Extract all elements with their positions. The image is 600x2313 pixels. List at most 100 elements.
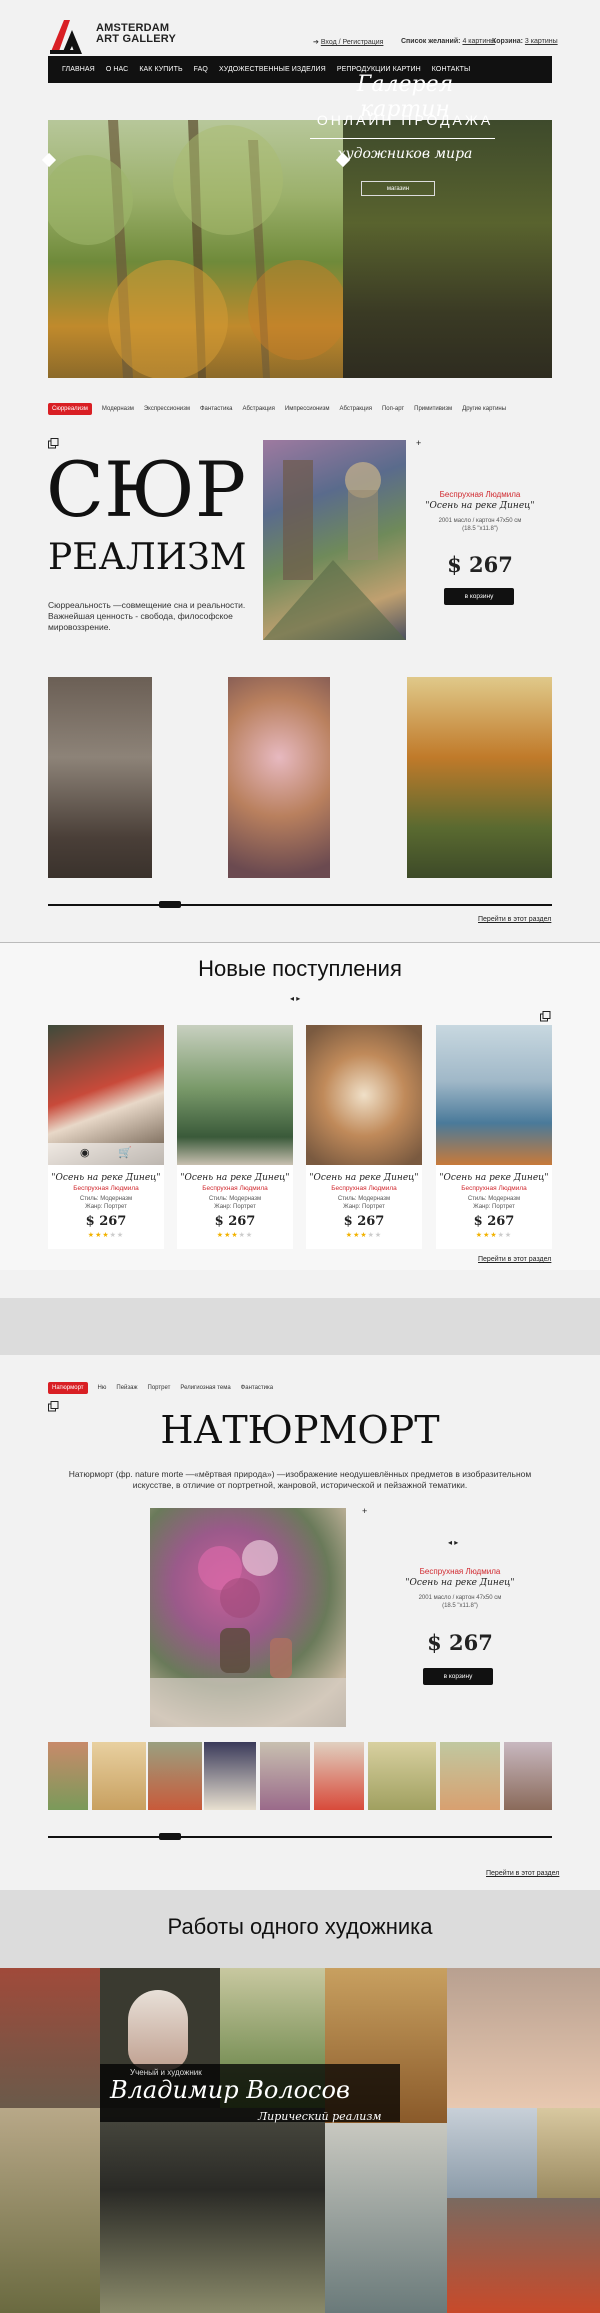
new-arrivals-pager[interactable]: ◂ ▸ <box>290 994 300 1003</box>
nav-item-about[interactable]: О НАС <box>106 66 129 73</box>
artist-work-tile[interactable] <box>537 2108 600 2198</box>
nav-item-home[interactable]: ГЛАВНАЯ <box>62 66 95 73</box>
tab-landscape[interactable]: Пейзаж <box>116 1385 137 1391</box>
still-life-featured-painting[interactable] <box>150 1508 346 1727</box>
card-artist[interactable]: Беспрухная Людмила <box>306 1185 422 1192</box>
still-life-thumb[interactable] <box>92 1742 146 1810</box>
card-artist[interactable]: Беспрухная Людмила <box>177 1185 293 1192</box>
product-image[interactable] <box>177 1025 293 1165</box>
still-life-thumb[interactable] <box>504 1742 552 1810</box>
artist-name[interactable]: Владимир Волосов <box>110 2076 350 2104</box>
shop-button[interactable]: магазин <box>361 181 435 196</box>
surrealism-scrollbar[interactable] <box>48 904 552 906</box>
still-life-scroll-thumb[interactable] <box>159 1833 181 1840</box>
still-life-cart-button[interactable]: в корзину <box>423 1668 493 1685</box>
zoom-plus-icon[interactable]: + <box>416 438 421 448</box>
product-card[interactable]: "Осень на реке Динец" Беспрухная Людмила… <box>306 1025 422 1249</box>
card-info: Стиль: Модерназм Жанр: Портрет <box>177 1195 293 1211</box>
still-life-thumb[interactable] <box>440 1742 500 1810</box>
still-life-thumb[interactable] <box>368 1742 436 1810</box>
card-info-style: Стиль: Модерназм <box>208 1196 262 1202</box>
surrealism-cart-button[interactable]: в корзину <box>444 588 514 605</box>
cart-value[interactable]: 3 картины <box>525 38 558 45</box>
artist-work-tile[interactable] <box>447 2108 537 2198</box>
artist-work-tile[interactable] <box>447 1968 600 2108</box>
nav-item-how-to-buy[interactable]: КАК КУПИТЬ <box>139 66 182 73</box>
surrealism-thumb-1[interactable] <box>48 677 152 878</box>
wishlist[interactable]: Список желаний: 4 картины <box>401 38 495 45</box>
hero-subtitle2: художников мира <box>337 146 473 162</box>
cart-icon[interactable]: 🛒 <box>118 1146 132 1159</box>
still-life-thumb[interactable] <box>204 1742 256 1810</box>
tab-other[interactable]: Другие картины <box>462 406 506 412</box>
product-image[interactable] <box>306 1025 422 1165</box>
still-life-thumb[interactable] <box>260 1742 310 1810</box>
still-life-section-link[interactable]: Перейти в этот раздел <box>486 1870 559 1877</box>
logo-text[interactable]: AMSTERDAM ART GALLERY <box>96 23 176 45</box>
artist-work-tile[interactable] <box>0 2108 100 2313</box>
star-icon: ★ <box>345 1232 354 1239</box>
card-price: $ 267 <box>214 1214 256 1229</box>
tab-portrait[interactable]: Портрет <box>148 1385 171 1391</box>
card-artist[interactable]: Беспрухная Людмила <box>48 1185 164 1192</box>
card-artist[interactable]: Беспрухная Людмила <box>436 1185 552 1192</box>
card-price: $ 267 <box>85 1214 127 1229</box>
surrealism-title-line2: РЕАЛИЗМ <box>48 537 247 578</box>
artist-work-tile[interactable] <box>0 1968 100 2108</box>
tab-modernism[interactable]: Модерназм <box>102 406 134 412</box>
surrealism-scroll-thumb[interactable] <box>159 901 181 908</box>
still-life-thumb[interactable] <box>48 1742 88 1810</box>
card-info-genre: Жанр: Портрет <box>85 1204 127 1210</box>
card-info-genre: Жанр: Портрет <box>214 1204 256 1210</box>
cart[interactable]: Корзина: 3 картины <box>492 38 558 45</box>
login-text[interactable]: Вход / Регистрация <box>321 39 384 46</box>
tab-religious[interactable]: Религиозная тема <box>180 1385 230 1391</box>
card-rating: ★★★★★ <box>177 1231 293 1239</box>
login-link[interactable]: ➔ Вход / Регистрация <box>313 38 383 46</box>
still-life-scrollbar[interactable] <box>48 1836 552 1838</box>
still-life-price: $ 267 <box>427 1630 493 1655</box>
tab-surrealism[interactable]: Сюрреализм <box>48 403 92 415</box>
still-life-thumb[interactable] <box>148 1742 202 1810</box>
still-life-pager[interactable]: ◂ ▸ <box>448 1538 458 1547</box>
star-icon: ★ <box>475 1232 484 1239</box>
tab-abstraction[interactable]: Абстракция <box>242 406 274 412</box>
tab-expressionism[interactable]: Экспрессионизм <box>144 406 190 412</box>
tab-abstraction-2[interactable]: Абстракция <box>340 406 372 412</box>
surrealism-section-link[interactable]: Перейти в этот раздел <box>478 916 551 923</box>
gallery-icon-2[interactable] <box>540 1011 551 1022</box>
tab-fantasy[interactable]: Фантастика <box>200 406 232 412</box>
artist-work-tile[interactable] <box>100 2108 325 2313</box>
tab-impressionism[interactable]: Импрессионизм <box>285 406 330 412</box>
featured-painting[interactable] <box>263 440 406 640</box>
card-info: Стиль: Модерназм Жанр: Портрет <box>436 1195 552 1211</box>
card-actions-bar <box>48 1143 164 1165</box>
new-arrivals-section-link[interactable]: Перейти в этот раздел <box>478 1256 551 1263</box>
still-life-artist[interactable]: Беспрухная Людмила <box>400 1567 520 1576</box>
tab-fantasy-2[interactable]: Фантастика <box>241 1385 273 1391</box>
surrealism-info: 2001 масло / картон 47x50 см (18.5 "x11.… <box>420 517 540 533</box>
tab-still-life[interactable]: Натюрморт <box>48 1382 88 1394</box>
surrealism-artist[interactable]: Беспрухная Людмила <box>420 490 540 499</box>
still-life-thumb[interactable] <box>314 1742 364 1810</box>
surrealism-info-line1: 2001 масло / картон 47x50 см <box>438 518 522 524</box>
product-card[interactable]: ◉ 🛒 "Осень на реке Динец" Беспрухная Люд… <box>48 1025 164 1249</box>
tab-pop-art[interactable]: Поп-арт <box>382 406 404 412</box>
product-image[interactable] <box>436 1025 552 1165</box>
zoom-plus-icon-2[interactable]: + <box>362 1506 367 1516</box>
card-rating: ★★★★★ <box>436 1231 552 1239</box>
view-icon[interactable]: ◉ <box>80 1146 90 1159</box>
wishlist-value[interactable]: 4 картины <box>462 38 495 45</box>
tab-nude[interactable]: Ню <box>98 1385 107 1391</box>
surrealism-thumb-2[interactable] <box>228 677 330 878</box>
artist-work-tile[interactable] <box>447 2198 600 2313</box>
product-card[interactable]: "Осень на реке Динец" Беспрухная Людмила… <box>436 1025 552 1249</box>
nav-item-faq[interactable]: FAQ <box>194 66 208 73</box>
product-card[interactable]: "Осень на реке Динец" Беспрухная Людмила… <box>177 1025 293 1249</box>
featured-painting-image <box>263 460 406 640</box>
login-icon: ➔ <box>313 39 319 46</box>
tab-primitivism[interactable]: Примитивизм <box>414 406 452 412</box>
surrealism-thumb-3[interactable] <box>407 677 552 878</box>
logo-icon[interactable] <box>48 20 88 54</box>
artist-work-tile[interactable] <box>325 2123 447 2313</box>
